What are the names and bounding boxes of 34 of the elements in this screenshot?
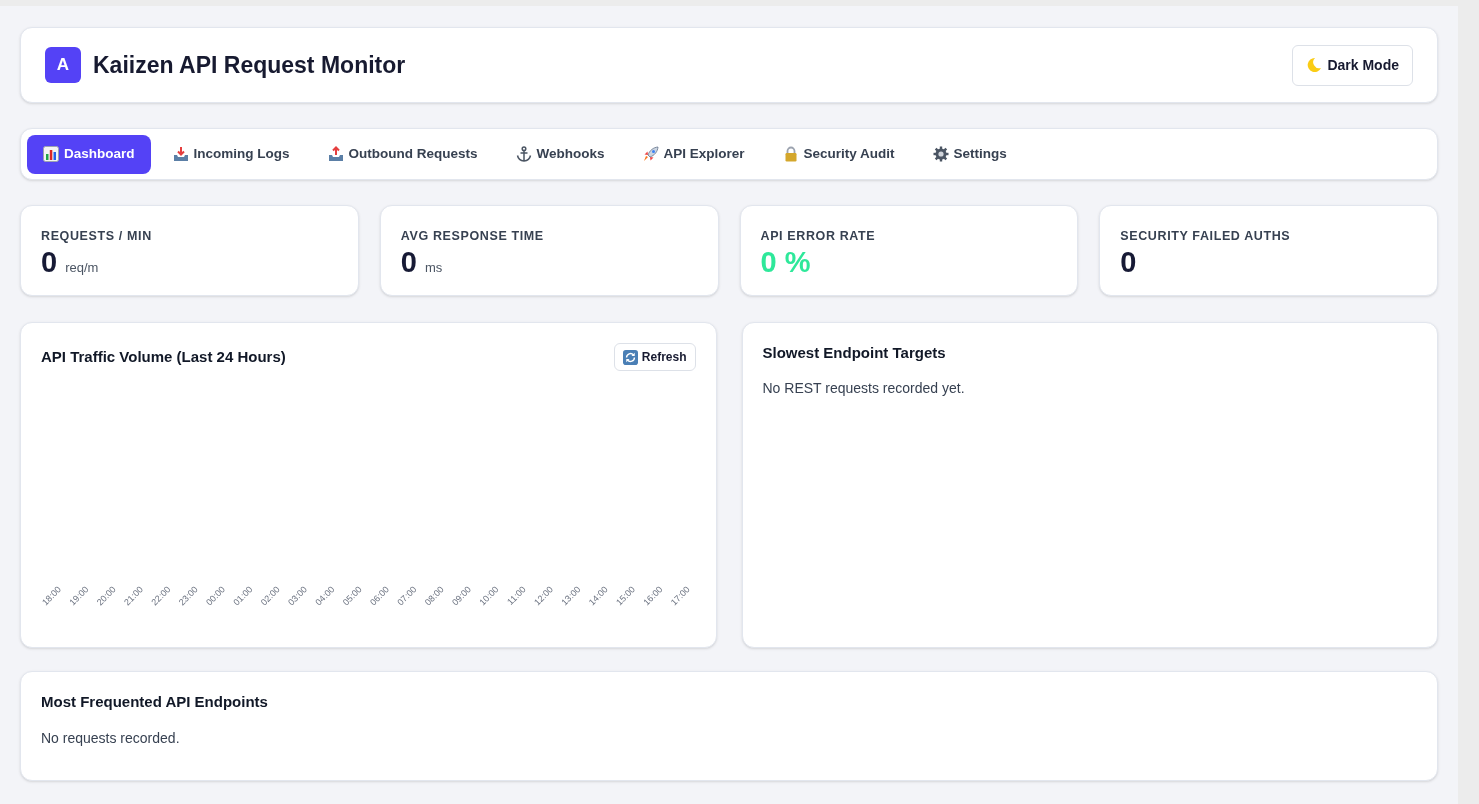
nav-tab[interactable]: Security Audit bbox=[766, 134, 911, 174]
app-logo: A bbox=[45, 47, 81, 83]
nav-tab[interactable]: API Explorer bbox=[626, 134, 761, 174]
stat-value: 0 bbox=[41, 248, 58, 277]
rocket-icon bbox=[642, 146, 659, 162]
inbox-tray-icon bbox=[172, 146, 189, 162]
card-title: Slowest Endpoint Targets bbox=[762, 343, 947, 363]
stat-label: SECURITY FAILED AUTHS bbox=[1120, 228, 1292, 244]
moon-icon bbox=[1306, 57, 1323, 73]
bar-chart-icon bbox=[43, 146, 59, 162]
nav-tab[interactable]: Webhooks bbox=[499, 134, 621, 174]
nav-tab[interactable]: Settings bbox=[916, 134, 1023, 174]
stat-value: 0 bbox=[1120, 248, 1137, 277]
dark-mode-button[interactable]: Dark Mode bbox=[1292, 44, 1413, 86]
nav-tab[interactable]: Incoming Logs bbox=[156, 134, 306, 174]
nav-tab[interactable]: Dashboard bbox=[27, 134, 151, 174]
anchor-icon bbox=[515, 146, 532, 162]
card-title: Most Frequented API Endpoints bbox=[41, 692, 269, 712]
stat-unit: req/m bbox=[65, 259, 99, 277]
card-title: API Traffic Volume (Last 24 Hours) bbox=[41, 346, 286, 367]
stat-unit: ms bbox=[424, 259, 443, 277]
stat-label: REQUESTS / MIN bbox=[41, 228, 153, 244]
empty-message: No requests recorded. bbox=[41, 729, 181, 748]
refresh-button[interactable]: Refresh bbox=[613, 343, 696, 371]
empty-message: No REST requests recorded yet. bbox=[762, 379, 966, 398]
app-title: Kaiizen API Request Monitor bbox=[93, 50, 406, 80]
nav-tab[interactable]: Outbound Requests bbox=[311, 134, 494, 174]
stat-label: API ERROR RATE bbox=[760, 228, 877, 244]
stat-value: 0 % bbox=[760, 248, 811, 277]
outbox-tray-icon bbox=[327, 146, 344, 162]
refresh-icon bbox=[622, 349, 638, 365]
stat-label: AVG RESPONSE TIME bbox=[400, 228, 545, 244]
gear-icon bbox=[932, 146, 949, 162]
stat-value: 0 bbox=[400, 248, 417, 277]
